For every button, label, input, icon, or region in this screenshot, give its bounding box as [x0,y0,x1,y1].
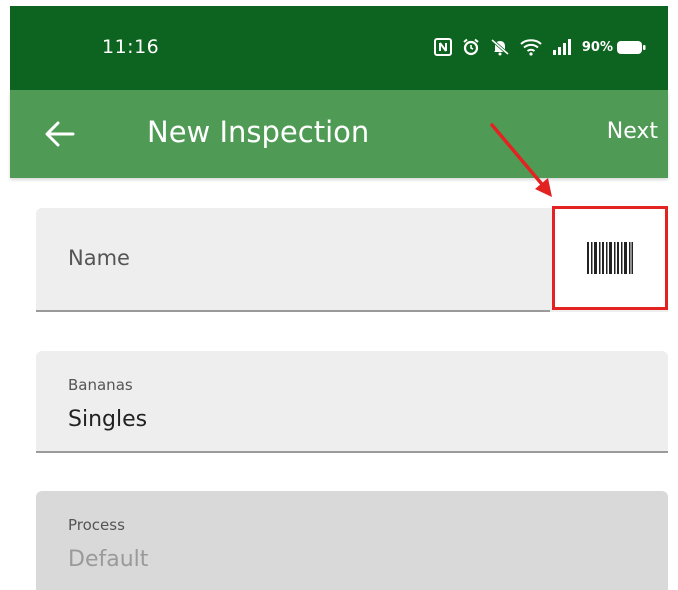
alarm-icon [462,37,480,57]
barcode-scan-button[interactable] [552,206,668,310]
status-bar: 11:16 90% [10,6,668,90]
process-value: Default [68,547,149,572]
name-placeholder: Name [68,246,130,270]
bananas-label: Bananas [68,376,133,394]
screen: 11:16 90% New Inspection Next Name Banan… [0,0,678,590]
arrow-left-icon [45,121,75,147]
status-icons: 90% [433,36,646,58]
wifi-icon [520,37,542,57]
signal-icon [552,37,572,57]
process-field: Process Default [36,491,668,590]
battery-percent: 90% [581,39,613,55]
nfc-icon [433,37,452,57]
next-button[interactable]: Next [607,114,658,150]
name-field[interactable]: Name [36,206,668,312]
mute-icon [490,37,510,57]
bananas-value: Singles [68,407,148,432]
process-label: Process [68,516,125,534]
bananas-underline [36,451,668,453]
back-button[interactable] [40,114,80,154]
barcode-icon-wrapper [555,209,665,307]
status-time: 11:16 [102,36,160,58]
app-bar: New Inspection Next [10,90,668,178]
name-underline [36,310,550,312]
bananas-field[interactable]: Bananas Singles [36,351,668,453]
page-title: New Inspection [147,115,370,149]
battery-icon [616,40,646,55]
barcode-icon [587,242,633,274]
battery-status: 90% [582,37,646,57]
